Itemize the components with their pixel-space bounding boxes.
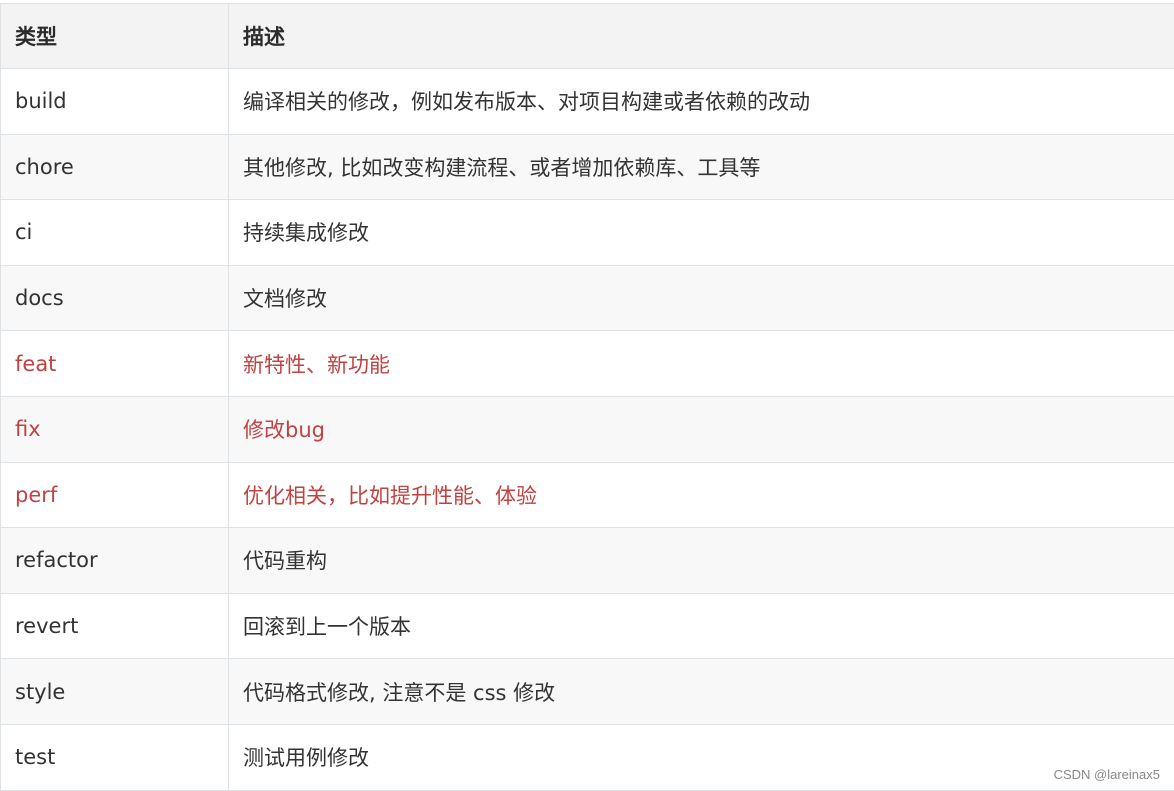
row-desc: 回滚到上一个版本 (243, 615, 411, 640)
row-type: style (1, 659, 229, 724)
row-desc: 新特性、新功能 (243, 352, 390, 377)
table-row: test 测试用例修改 (1, 724, 1174, 791)
row-desc: 其他修改, 比如改变构建流程、或者增加依赖库、工具等 (243, 155, 761, 180)
table-row: ci 持续集成修改 (1, 200, 1174, 266)
table-row: refactor 代码重构 (1, 528, 1174, 594)
row-desc: 持续集成修改 (243, 221, 369, 246)
row-desc: 测试用例修改 (243, 746, 369, 771)
row-type: build (1, 69, 229, 134)
watermark-text: CSDN @lareinax5 (1053, 767, 1160, 782)
row-type: feat (1, 331, 229, 396)
table-row: docs 文档修改 (1, 265, 1174, 332)
row-type: test (1, 724, 229, 790)
table-header-row: 类型 描述 (1, 3, 1174, 69)
row-type: docs (1, 265, 229, 331)
table-row-highlighted: feat 新特性、新功能 (1, 331, 1174, 397)
row-type: perf (1, 462, 229, 528)
commit-type-table: 类型 描述 build 编译相关的修改，例如发布版本、对项目构建或者依赖的改动 … (0, 3, 1174, 791)
row-type: refactor (1, 528, 229, 593)
header-type: 类型 (1, 4, 229, 68)
table-row: chore 其他修改, 比如改变构建流程、或者增加依赖库、工具等 (1, 134, 1174, 201)
row-desc: 修改bug (243, 418, 325, 443)
row-type: fix (1, 396, 229, 462)
table-row: style 代码格式修改, 注意不是 css 修改 (1, 659, 1174, 725)
table-row-highlighted: fix 修改bug (1, 396, 1174, 463)
row-desc: 编译相关的修改，例如发布版本、对项目构建或者依赖的改动 (243, 90, 810, 115)
table-row-highlighted: perf 优化相关，比如提升性能、体验 (1, 462, 1174, 529)
table-row: revert 回滚到上一个版本 (1, 593, 1174, 660)
header-desc: 描述 (243, 25, 285, 49)
row-type: chore (1, 134, 229, 200)
row-desc: 文档修改 (243, 287, 327, 312)
row-desc: 代码重构 (243, 549, 327, 574)
table-row: build 编译相关的修改，例如发布版本、对项目构建或者依赖的改动 (1, 69, 1174, 135)
row-desc: 代码格式修改, 注意不是 css 修改 (243, 680, 556, 705)
row-type: ci (1, 200, 229, 265)
row-type: revert (1, 593, 229, 659)
row-desc: 优化相关，比如提升性能、体验 (243, 483, 537, 508)
